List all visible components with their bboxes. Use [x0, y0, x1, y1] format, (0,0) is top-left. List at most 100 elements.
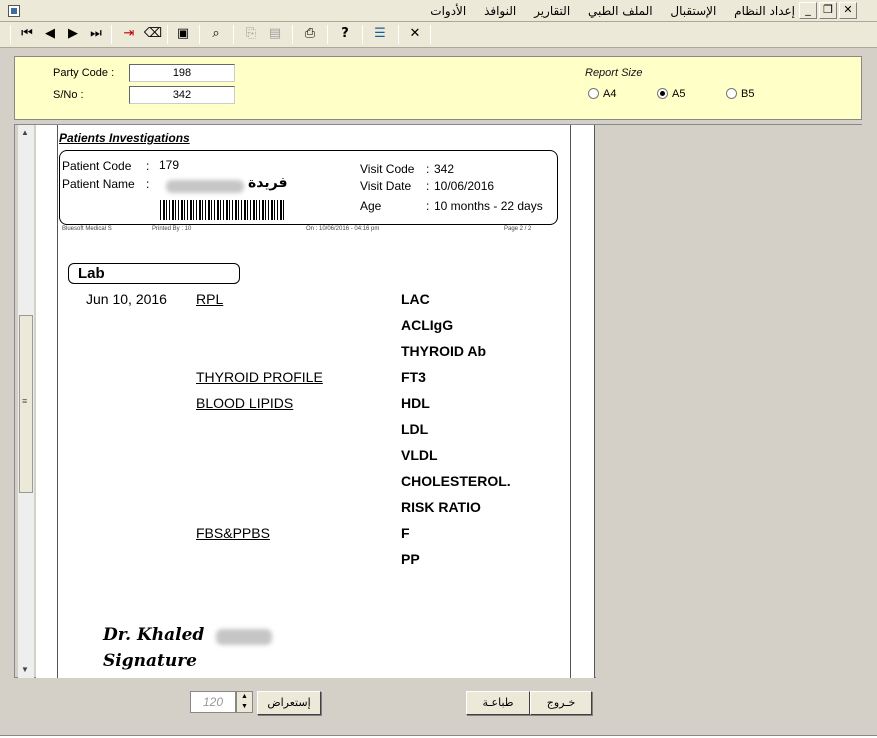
vertical-scrollbar[interactable]: ▲ ≡ ▼: [18, 125, 34, 678]
eraser-icon[interactable]: ⌫: [142, 23, 164, 45]
radio-a4-label: A4: [603, 88, 617, 100]
visit-code-value: 342: [434, 162, 455, 176]
toolbar-separator: [292, 25, 293, 44]
report-list-icon[interactable]: ☰: [369, 23, 391, 45]
patient-name-value: فريدة: [248, 175, 288, 191]
toolbar-separator: [167, 25, 168, 44]
footer-printed-by: Printed By : 10: [152, 226, 192, 232]
scrollbar-thumb[interactable]: ≡: [19, 315, 33, 493]
footer-page-number: Page 2 / 2: [504, 226, 532, 232]
investigation-date: Jun 10, 2016: [86, 291, 167, 307]
test-name: LAC: [401, 291, 430, 307]
bottom-bar: 120 ▲ ▼ إستعراض طباعـة خـروج: [0, 681, 877, 738]
close-window-button[interactable]: ✕: [839, 2, 857, 19]
zoom-spinner[interactable]: ▲ ▼: [236, 691, 253, 713]
sno-input[interactable]: 342: [129, 86, 235, 104]
spin-up-icon[interactable]: ▲: [237, 692, 252, 702]
redacted-doctor-surname: [216, 629, 272, 645]
footer-printed-on: On : 10/06/2016 - 04:16 pm: [306, 226, 380, 232]
radio-b5-label: B5: [741, 88, 755, 100]
test-name: PP: [401, 551, 420, 567]
radio-a5-label: A5: [672, 88, 686, 100]
signature-label: Signature: [103, 651, 197, 671]
minimize-window-button[interactable]: _: [799, 2, 817, 19]
barcode-image: [160, 200, 286, 220]
menu-medical-file[interactable]: الملف الطبي: [588, 4, 653, 18]
visit-date-label: Visit Date: [360, 179, 412, 193]
spin-down-icon[interactable]: ▼: [237, 702, 252, 712]
restore-window-button[interactable]: ❐: [819, 2, 837, 19]
visit-date-value: 10/06/2016: [434, 179, 495, 193]
help-question-icon[interactable]: ?: [334, 23, 356, 45]
party-code-input[interactable]: 198: [129, 64, 235, 82]
search-magnifier-icon[interactable]: ⌕: [205, 23, 227, 45]
age-value: 10 months - 22 days: [434, 199, 543, 213]
printer-icon[interactable]: ⎙: [299, 23, 321, 45]
menu-items: إعداد النظام الإستقبال الملف الطبي التقا…: [416, 4, 795, 18]
section-header-lab: Lab: [68, 263, 240, 284]
paste-icon[interactable]: ▤: [264, 23, 286, 45]
toolbar-separator: [398, 25, 399, 44]
page-left-margin: [36, 125, 58, 678]
close-x-icon[interactable]: ✕: [404, 23, 426, 45]
copy-icon[interactable]: ⎘: [240, 23, 262, 45]
radio-b5-dot[interactable]: [726, 88, 737, 99]
radio-a5-dot[interactable]: [657, 88, 668, 99]
test-name: LDL: [401, 421, 429, 437]
exit-button[interactable]: خـروج: [530, 691, 592, 715]
visit-code-label: Visit Code: [360, 162, 415, 176]
toolbar: ⏮ ◀ ▶ ⏭ ⇥ ⌫ ▣ ⌕ ⎘ ▤ ⎙ ? ☰ ✕: [0, 22, 877, 48]
print-button[interactable]: طباعـة: [466, 691, 530, 715]
patient-code-value: 179: [159, 158, 180, 172]
group-name-fbs-ppbs: FBS&PPBS: [196, 525, 270, 541]
first-record-icon[interactable]: ⏮: [16, 23, 38, 45]
patient-code-label: Patient Code: [62, 159, 132, 173]
test-name: ACLIgG: [401, 317, 454, 333]
scroll-up-arrow-icon[interactable]: ▲: [21, 128, 29, 137]
last-record-icon[interactable]: ⏭: [85, 23, 107, 45]
radio-a5[interactable]: A5: [657, 88, 685, 100]
age-label: Age: [360, 199, 382, 213]
test-name: F: [401, 525, 410, 541]
doctor-name: Dr. Khaled: [103, 625, 205, 645]
test-name: THYROID Ab: [401, 343, 487, 359]
colon: :: [426, 179, 430, 193]
test-name: VLDL: [401, 447, 438, 463]
group-name-rpl: RPL: [196, 291, 224, 307]
test-name: FT3: [401, 369, 426, 385]
toolbar-separator: [430, 25, 431, 44]
save-disk-icon[interactable]: ▣: [172, 23, 194, 45]
toolbar-separator: [233, 25, 234, 44]
menu-system-settings[interactable]: إعداد النظام: [734, 4, 795, 18]
radio-a4[interactable]: A4: [588, 88, 616, 100]
next-record-icon[interactable]: ▶: [62, 23, 84, 45]
viewer-background: [596, 125, 862, 678]
group-name-thyroid-profile: THYROID PROFILE: [196, 369, 323, 385]
app-icon[interactable]: [8, 5, 20, 17]
radio-a4-dot[interactable]: [588, 88, 599, 99]
patient-name-label: Patient Name: [62, 177, 135, 191]
toolbar-separator: [327, 25, 328, 44]
group-name-blood-lipids: BLOOD LIPIDS: [196, 395, 294, 411]
toolbar-separator: [111, 25, 112, 44]
report-page: Patients Investigations Patient Code : 1…: [58, 125, 570, 678]
zoom-input[interactable]: 120: [190, 691, 236, 713]
toolbar-separator: [199, 25, 200, 44]
test-name: HDL: [401, 395, 430, 411]
exit-door-icon[interactable]: ⇥: [118, 23, 140, 45]
sno-label: S/No :: [53, 89, 84, 101]
report-title: Patients Investigations: [59, 131, 190, 145]
menu-reception[interactable]: الإستقبال: [670, 4, 716, 18]
menu-windows[interactable]: النوافذ: [484, 4, 516, 18]
test-name: CHOLESTEROL.: [401, 473, 511, 489]
menu-tools[interactable]: الأدوات: [430, 4, 466, 18]
patient-header-box: Patient Code : 179 Patient Name : فريدة …: [59, 150, 558, 225]
report-size-label: Report Size: [585, 67, 643, 79]
radio-b5[interactable]: B5: [726, 88, 754, 100]
scroll-down-arrow-icon[interactable]: ▼: [21, 665, 29, 674]
menu-reports[interactable]: التقارير: [534, 4, 570, 18]
colon: :: [146, 159, 150, 173]
party-code-label: Party Code :: [53, 67, 115, 79]
previous-record-icon[interactable]: ◀: [39, 23, 61, 45]
preview-button[interactable]: إستعراض: [257, 691, 321, 715]
